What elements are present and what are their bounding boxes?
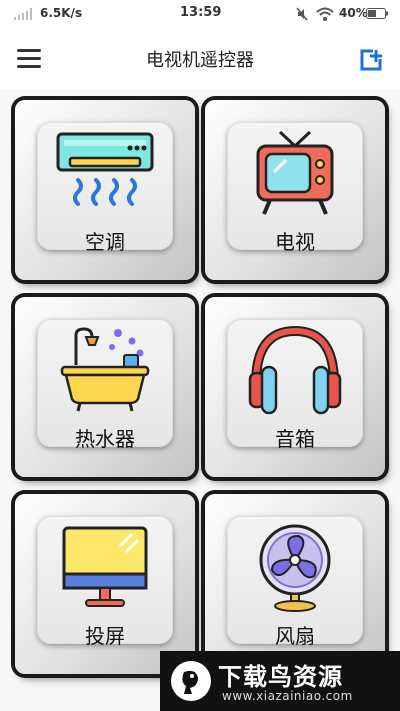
signal-icon (14, 8, 32, 20)
add-device-button[interactable] (359, 49, 383, 71)
clock: 13:59 (180, 5, 222, 20)
watermark-text: 下载鸟资源 (218, 663, 343, 691)
headphones-icon (248, 325, 342, 415)
air-conditioner-icon (56, 132, 154, 206)
watermark-url: www.xiazainiao.com (222, 689, 353, 703)
device-grid: 空调 电视 热水器 音箱 投屏 风扇 (0, 90, 400, 680)
tv-icon (256, 130, 334, 215)
monitor-icon (62, 526, 148, 607)
app-bar: 电视机遥控器 (0, 28, 400, 90)
device-label: 热水器 (75, 427, 135, 451)
device-tile-air-conditioner[interactable]: 空调 (15, 100, 195, 280)
battery-percent: 40% (339, 6, 368, 20)
fan-icon (259, 524, 331, 612)
device-tile-screen-cast[interactable]: 投屏 (15, 494, 195, 674)
network-speed: 6.5K/s (40, 6, 83, 20)
device-label: 风扇 (275, 624, 315, 648)
bird-logo-icon (171, 661, 211, 701)
device-label: 电视 (275, 230, 315, 254)
device-label: 投屏 (85, 624, 125, 648)
device-tile-speaker[interactable]: 音箱 (205, 297, 385, 477)
wifi-icon (316, 7, 334, 21)
mute-icon (296, 7, 308, 21)
watermark-banner: 下载鸟资源 www.xiazainiao.com (160, 651, 400, 711)
device-tile-fan[interactable]: 风扇 (205, 494, 385, 674)
status-bar: 6.5K/s 13:59 40% (0, 0, 400, 28)
device-tile-tv[interactable]: 电视 (205, 100, 385, 280)
battery-icon (366, 8, 388, 19)
device-label: 空调 (85, 230, 125, 254)
page-title: 电视机遥控器 (146, 50, 254, 71)
device-tile-water-heater[interactable]: 热水器 (15, 297, 195, 477)
device-label: 音箱 (275, 427, 315, 451)
water-heater-bathtub-icon (60, 327, 150, 412)
